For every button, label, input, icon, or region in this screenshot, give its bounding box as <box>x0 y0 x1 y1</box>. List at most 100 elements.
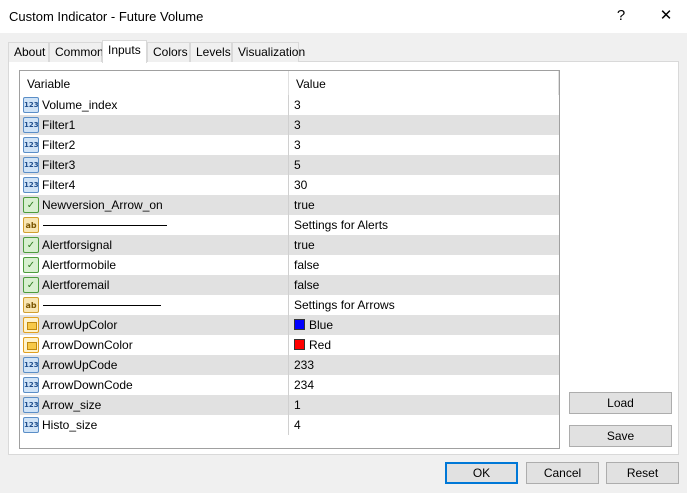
title-bar: Custom Indicator - Future Volume ? ✕ <box>0 0 687 33</box>
column-end-divider <box>558 71 559 95</box>
variable-cell[interactable]: 123Volume_index <box>20 95 288 115</box>
input-row[interactable]: 123Histo_size 4 <box>20 415 559 435</box>
value-cell[interactable]: false <box>288 275 559 295</box>
value-cell[interactable]: true <box>288 235 559 255</box>
value-cell[interactable]: 3 <box>288 115 559 135</box>
help-button[interactable]: ? <box>606 4 636 28</box>
input-row[interactable]: ✓Alertforemail false <box>20 275 559 295</box>
value-cell[interactable]: 233 <box>288 355 559 375</box>
variable-cell[interactable]: ✓Alertformobile <box>20 255 288 275</box>
integer-type-icon: 123 <box>23 97 39 113</box>
variable-name: ArrowUpColor <box>42 315 117 335</box>
value-cell[interactable]: true <box>288 195 559 215</box>
variable-cell[interactable]: 123Arrow_size <box>20 395 288 415</box>
input-row[interactable]: ab Settings for Alerts <box>20 215 559 235</box>
tab-levels[interactable]: Levels <box>190 42 232 62</box>
variable-name: Arrow_size <box>42 395 101 415</box>
column-divider[interactable] <box>288 71 289 95</box>
variable-cell[interactable]: ✓Alertforsignal <box>20 235 288 255</box>
ok-button[interactable]: OK <box>445 462 518 484</box>
variable-cell[interactable]: 123Filter3 <box>20 155 288 175</box>
variable-cell[interactable]: 123ArrowDownCode <box>20 375 288 395</box>
tab-about[interactable]: About <box>8 42 49 62</box>
string-type-icon: ab <box>23 297 39 313</box>
value-cell[interactable]: false <box>288 255 559 275</box>
variable-name: Volume_index <box>42 95 117 115</box>
integer-type-icon: 123 <box>23 137 39 153</box>
value-text: false <box>294 258 319 272</box>
input-row[interactable]: 123Arrow_size 1 <box>20 395 559 415</box>
variable-cell[interactable]: ✓Newversion_Arrow_on <box>20 195 288 215</box>
input-row[interactable]: 123Filter1 3 <box>20 115 559 135</box>
variable-cell[interactable]: ab <box>20 295 288 315</box>
value-cell[interactable]: Blue <box>288 315 559 335</box>
variable-cell[interactable]: 123ArrowUpCode <box>20 355 288 375</box>
value-cell[interactable]: 3 <box>288 95 559 115</box>
value-cell[interactable]: Red <box>288 335 559 355</box>
variable-cell[interactable]: 123Filter1 <box>20 115 288 135</box>
tab-inputs[interactable]: Inputs <box>102 40 147 63</box>
value-text: false <box>294 278 319 292</box>
variable-cell[interactable]: ab <box>20 215 288 235</box>
separator-line <box>43 225 167 226</box>
input-row[interactable]: 123Volume_index3 <box>20 95 559 115</box>
variable-cell[interactable]: ✓Alertforemail <box>20 275 288 295</box>
input-row[interactable]: 123ArrowUpCode 233 <box>20 355 559 375</box>
variable-cell[interactable]: ArrowDownColor <box>20 335 288 355</box>
value-text: 1 <box>294 398 301 412</box>
value-cell[interactable]: 234 <box>288 375 559 395</box>
column-header-variable[interactable]: Variable <box>27 77 70 91</box>
value-text: Settings for Arrows <box>294 298 395 312</box>
value-text: Settings for Alerts <box>294 218 388 232</box>
integer-type-icon: 123 <box>23 177 39 193</box>
cancel-button[interactable]: Cancel <box>526 462 599 484</box>
variable-name: Filter4 <box>42 175 75 195</box>
value-text: 3 <box>294 118 301 132</box>
load-button[interactable]: Load <box>569 392 672 414</box>
grid-header: Variable Value <box>20 71 559 95</box>
value-text: 4 <box>294 418 301 432</box>
reset-button[interactable]: Reset <box>606 462 679 484</box>
column-header-value[interactable]: Value <box>296 77 326 91</box>
input-row[interactable]: 123Filter430 <box>20 175 559 195</box>
value-cell[interactable]: 4 <box>288 415 559 435</box>
variable-name: Alertforsignal <box>42 235 112 255</box>
value-text: 233 <box>294 358 314 372</box>
save-button[interactable]: Save <box>569 425 672 447</box>
color-swatch <box>294 319 305 330</box>
boolean-type-icon: ✓ <box>23 237 39 253</box>
variable-name: Filter3 <box>42 155 75 175</box>
tab-colors[interactable]: Colors <box>147 42 190 62</box>
variable-cell[interactable]: 123Filter4 <box>20 175 288 195</box>
input-row[interactable]: 123Filter35 <box>20 155 559 175</box>
variable-name: Alertformobile <box>42 255 116 275</box>
tab-common[interactable]: Common <box>49 42 102 62</box>
variable-cell[interactable]: 123Filter2 <box>20 135 288 155</box>
color-type-icon <box>23 317 39 333</box>
value-cell[interactable]: 5 <box>288 155 559 175</box>
variable-name: Filter1 <box>42 115 75 135</box>
input-row[interactable]: ✓Newversion_Arrow_ontrue <box>20 195 559 215</box>
value-cell[interactable]: 1 <box>288 395 559 415</box>
value-cell[interactable]: Settings for Arrows <box>288 295 559 315</box>
input-row[interactable]: ab Settings for Arrows <box>20 295 559 315</box>
variable-name: ArrowUpCode <box>42 355 117 375</box>
value-cell[interactable]: Settings for Alerts <box>288 215 559 235</box>
input-row[interactable]: 123Filter23 <box>20 135 559 155</box>
input-row[interactable]: 123ArrowDownCode234 <box>20 375 559 395</box>
variable-cell[interactable]: 123Histo_size <box>20 415 288 435</box>
window-title: Custom Indicator - Future Volume <box>9 9 203 24</box>
input-row[interactable]: ✓Alertformobile false <box>20 255 559 275</box>
input-row[interactable]: ArrowDownColorRed <box>20 335 559 355</box>
input-row[interactable]: ✓Alertforsignaltrue <box>20 235 559 255</box>
value-text: Blue <box>309 318 333 332</box>
close-button[interactable]: ✕ <box>651 4 681 28</box>
value-cell[interactable]: 3 <box>288 135 559 155</box>
boolean-type-icon: ✓ <box>23 257 39 273</box>
tab-visualization[interactable]: Visualization <box>232 42 299 62</box>
value-cell[interactable]: 30 <box>288 175 559 195</box>
integer-type-icon: 123 <box>23 117 39 133</box>
variable-name: Newversion_Arrow_on <box>42 195 163 215</box>
input-row[interactable]: ArrowUpColor Blue <box>20 315 559 335</box>
variable-cell[interactable]: ArrowUpColor <box>20 315 288 335</box>
